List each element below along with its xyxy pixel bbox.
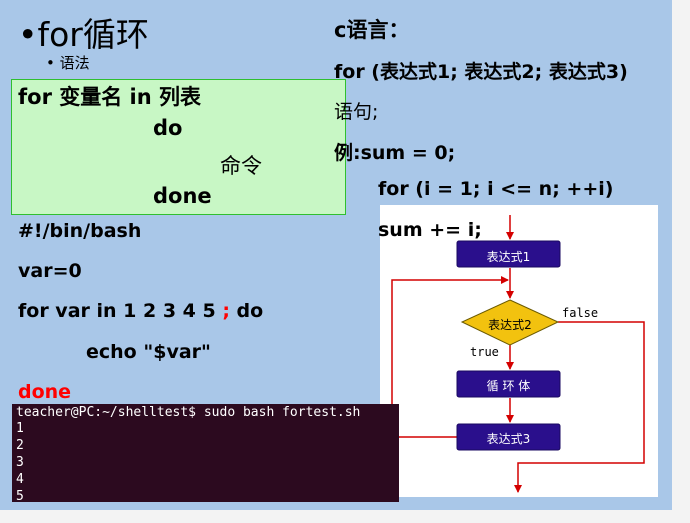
terminal-window[interactable]: teacher@PC:~/shelltest$ sudo bash fortes… — [12, 404, 399, 502]
slide-subtitle: • 语法 — [46, 54, 90, 72]
expr3-label: 表达式3 — [486, 432, 531, 446]
code-do: do — [229, 300, 264, 322]
expr1-label: 表达式1 — [486, 250, 531, 264]
code-for-line: for var in 1 2 3 4 5 ; do — [18, 300, 263, 322]
code-for-text: for var in 1 2 3 4 5 — [18, 300, 223, 322]
c-example: 例:sum = 0; — [334, 142, 456, 164]
c-for-syntax: for (表达式1; 表达式2; 表达式3) — [334, 61, 628, 83]
syntax-line-do: do — [153, 116, 183, 140]
c-for-example: for (i = 1; i <= n; ++i) — [378, 178, 614, 200]
terminal-output-line: 1 — [16, 421, 24, 436]
flowchart: 表达式1 表达式2 true false 循 环 体 表达式3 — [380, 205, 658, 497]
syntax-line-done: done — [153, 184, 212, 208]
terminal-output-line: 2 — [16, 438, 24, 453]
arrow-false-exit — [514, 321, 645, 493]
window-edge — [672, 0, 690, 523]
code-echo: echo "$var" — [86, 341, 211, 363]
syntax-line-for: for 变量名 in 列表 — [18, 85, 202, 109]
true-label: true — [470, 345, 499, 359]
slide: •for循环 • 语法 for 变量名 in 列表 do 命令 done #!/… — [0, 0, 672, 510]
window-bottom-edge — [0, 510, 690, 523]
condition-label: 表达式2 — [488, 318, 532, 332]
code-done: done — [18, 381, 72, 403]
terminal-output-line: 5 — [16, 489, 24, 502]
false-label: false — [562, 306, 599, 320]
terminal-output-line: 3 — [16, 455, 24, 470]
c-statement: 语句; — [334, 101, 379, 123]
code-semicolon: ; — [222, 300, 230, 322]
code-var-init: var=0 — [18, 260, 82, 282]
code-shebang: #!/bin/bash — [18, 220, 142, 242]
c-heading: c语言： — [334, 18, 410, 42]
loop-body-label: 循 环 体 — [486, 379, 531, 393]
syntax-line-command: 命令 — [220, 154, 262, 178]
syntax-box: for 变量名 in 列表 do 命令 done — [11, 79, 346, 215]
terminal-command: teacher@PC:~/shelltest$ sudo bash fortes… — [16, 405, 361, 420]
slide-title: •for循环 — [18, 15, 149, 54]
c-sum-statement: sum += i; — [378, 219, 482, 241]
terminal-output-line: 4 — [16, 472, 24, 487]
